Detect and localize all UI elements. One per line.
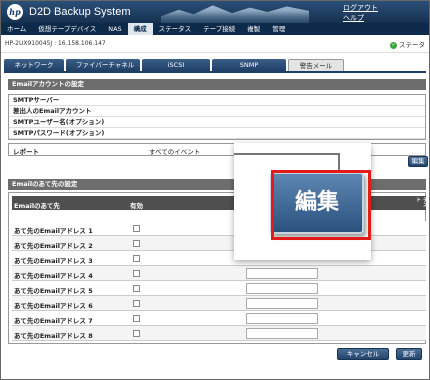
- report-value: すべてのイベント: [149, 148, 201, 156]
- recipient-label: あて先のEmailアドレス 5: [14, 287, 93, 295]
- recipient-address-input[interactable]: [246, 268, 318, 279]
- recipient-label: あて先のEmailアドレス 4: [14, 272, 93, 280]
- nav-item-virtual-tape[interactable]: 仮想テープデバイス: [32, 23, 102, 35]
- report-label: レポート: [13, 148, 39, 156]
- nav-item-admin[interactable]: 管理: [266, 23, 291, 35]
- recipient-label: あて先のEmailアドレス 2: [14, 242, 93, 250]
- logout-link[interactable]: ログアウト: [343, 3, 378, 13]
- nav-item-tape-attach[interactable]: テープ接続: [197, 23, 241, 35]
- recipient-label: あて先のEmailアドレス 8: [14, 332, 93, 340]
- edit-button[interactable]: 編集: [408, 156, 428, 167]
- enabled-checkbox[interactable]: [133, 240, 140, 247]
- table-row: あて先のEmailアドレス 7: [12, 311, 426, 326]
- highlight-box: [271, 170, 371, 240]
- nav-item-configuration[interactable]: 構成: [127, 23, 153, 35]
- table-row: あて先のEmailアドレス 6: [12, 296, 426, 311]
- recipient-label: あて先のEmailアドレス 6: [14, 302, 93, 310]
- help-link[interactable]: ヘルプ: [343, 13, 364, 23]
- tab-underline: [4, 71, 426, 73]
- table-row: あて先のEmailアドレス 4: [12, 266, 426, 281]
- update-button[interactable]: 更新: [396, 348, 422, 360]
- table-row: あて先のEmailアドレス 5: [12, 281, 426, 296]
- email-account-header: Emailアカウントの設定: [8, 79, 426, 90]
- enabled-checkbox[interactable]: [133, 270, 140, 277]
- col-enabled-header: 有効: [130, 202, 143, 210]
- nav-item-replication[interactable]: 複製: [241, 23, 266, 35]
- tab-fibre-channel[interactable]: ファイバーチャネル: [66, 59, 140, 71]
- email-account-box: SMTPサーバー 差出人のEmailアカウント SMTPユーザー名(オプション)…: [8, 94, 426, 140]
- app-title: D2D Backup System: [29, 6, 131, 18]
- enabled-checkbox[interactable]: [133, 330, 140, 337]
- enabled-checkbox[interactable]: [133, 255, 140, 262]
- nav-item-home[interactable]: ホーム: [1, 23, 32, 35]
- smtp-username-row: SMTPユーザー名(オプション): [9, 117, 425, 128]
- tab-iscsi[interactable]: iSCSI: [142, 59, 210, 71]
- recipient-address-input[interactable]: [246, 328, 318, 339]
- col-address-header: Emailのあて先: [14, 202, 60, 210]
- header-banner-image: [161, 5, 309, 23]
- check-icon: ✓: [390, 41, 397, 49]
- config-tabs: ネットワーク ファイバーチャネル iSCSI SNMP 警告メール: [4, 59, 346, 71]
- smtp-password-row: SMTPパスワード(オプション): [9, 128, 425, 139]
- tab-snmp[interactable]: SNMP: [212, 59, 286, 71]
- col-test-header: テスト: [415, 197, 428, 207]
- recipient-label: あて先のEmailアドレス 7: [14, 317, 93, 325]
- enabled-checkbox[interactable]: [133, 315, 140, 322]
- enabled-checkbox[interactable]: [133, 285, 140, 292]
- recipient-label: あて先のEmailアドレス 1: [14, 227, 93, 235]
- tab-alert-mail[interactable]: 警告メール: [288, 59, 344, 71]
- status-label: ステータ: [399, 41, 425, 49]
- tab-network[interactable]: ネットワーク: [4, 59, 64, 71]
- status-indicator[interactable]: ✓ ステータ: [390, 39, 425, 49]
- enabled-checkbox[interactable]: [133, 225, 140, 232]
- table-row: あて先のEmailアドレス 8: [12, 326, 426, 341]
- host-bar: HP-2UX910045J : 16.158.106.147 ✓ ステータ: [1, 35, 429, 53]
- zoom-divider-line: [234, 153, 338, 155]
- recipient-address-input[interactable]: [246, 283, 318, 294]
- hostname-label: HP-2UX910045J : 16.158.106.147: [5, 40, 106, 47]
- enabled-checkbox[interactable]: [133, 300, 140, 307]
- nav-item-nas[interactable]: NAS: [102, 23, 127, 35]
- recipient-label: あて先のEmailアドレス 3: [14, 257, 93, 265]
- recipient-address-input[interactable]: [246, 298, 318, 309]
- cancel-button[interactable]: キャンセル: [337, 348, 389, 360]
- app-header: hp D2D Backup System ログアウト ヘルプ: [1, 1, 429, 23]
- hp-logo-icon: hp: [7, 4, 23, 20]
- nav-item-status[interactable]: ステータス: [153, 23, 198, 35]
- recipient-address-input[interactable]: [246, 313, 318, 324]
- main-nav: ホーム 仮想テープデバイス NAS 構成 ステータス テープ接続 複製 管理: [1, 23, 429, 35]
- sender-account-row: 差出人のEmailアカウント: [9, 106, 425, 117]
- smtp-server-row: SMTPサーバー: [9, 95, 425, 106]
